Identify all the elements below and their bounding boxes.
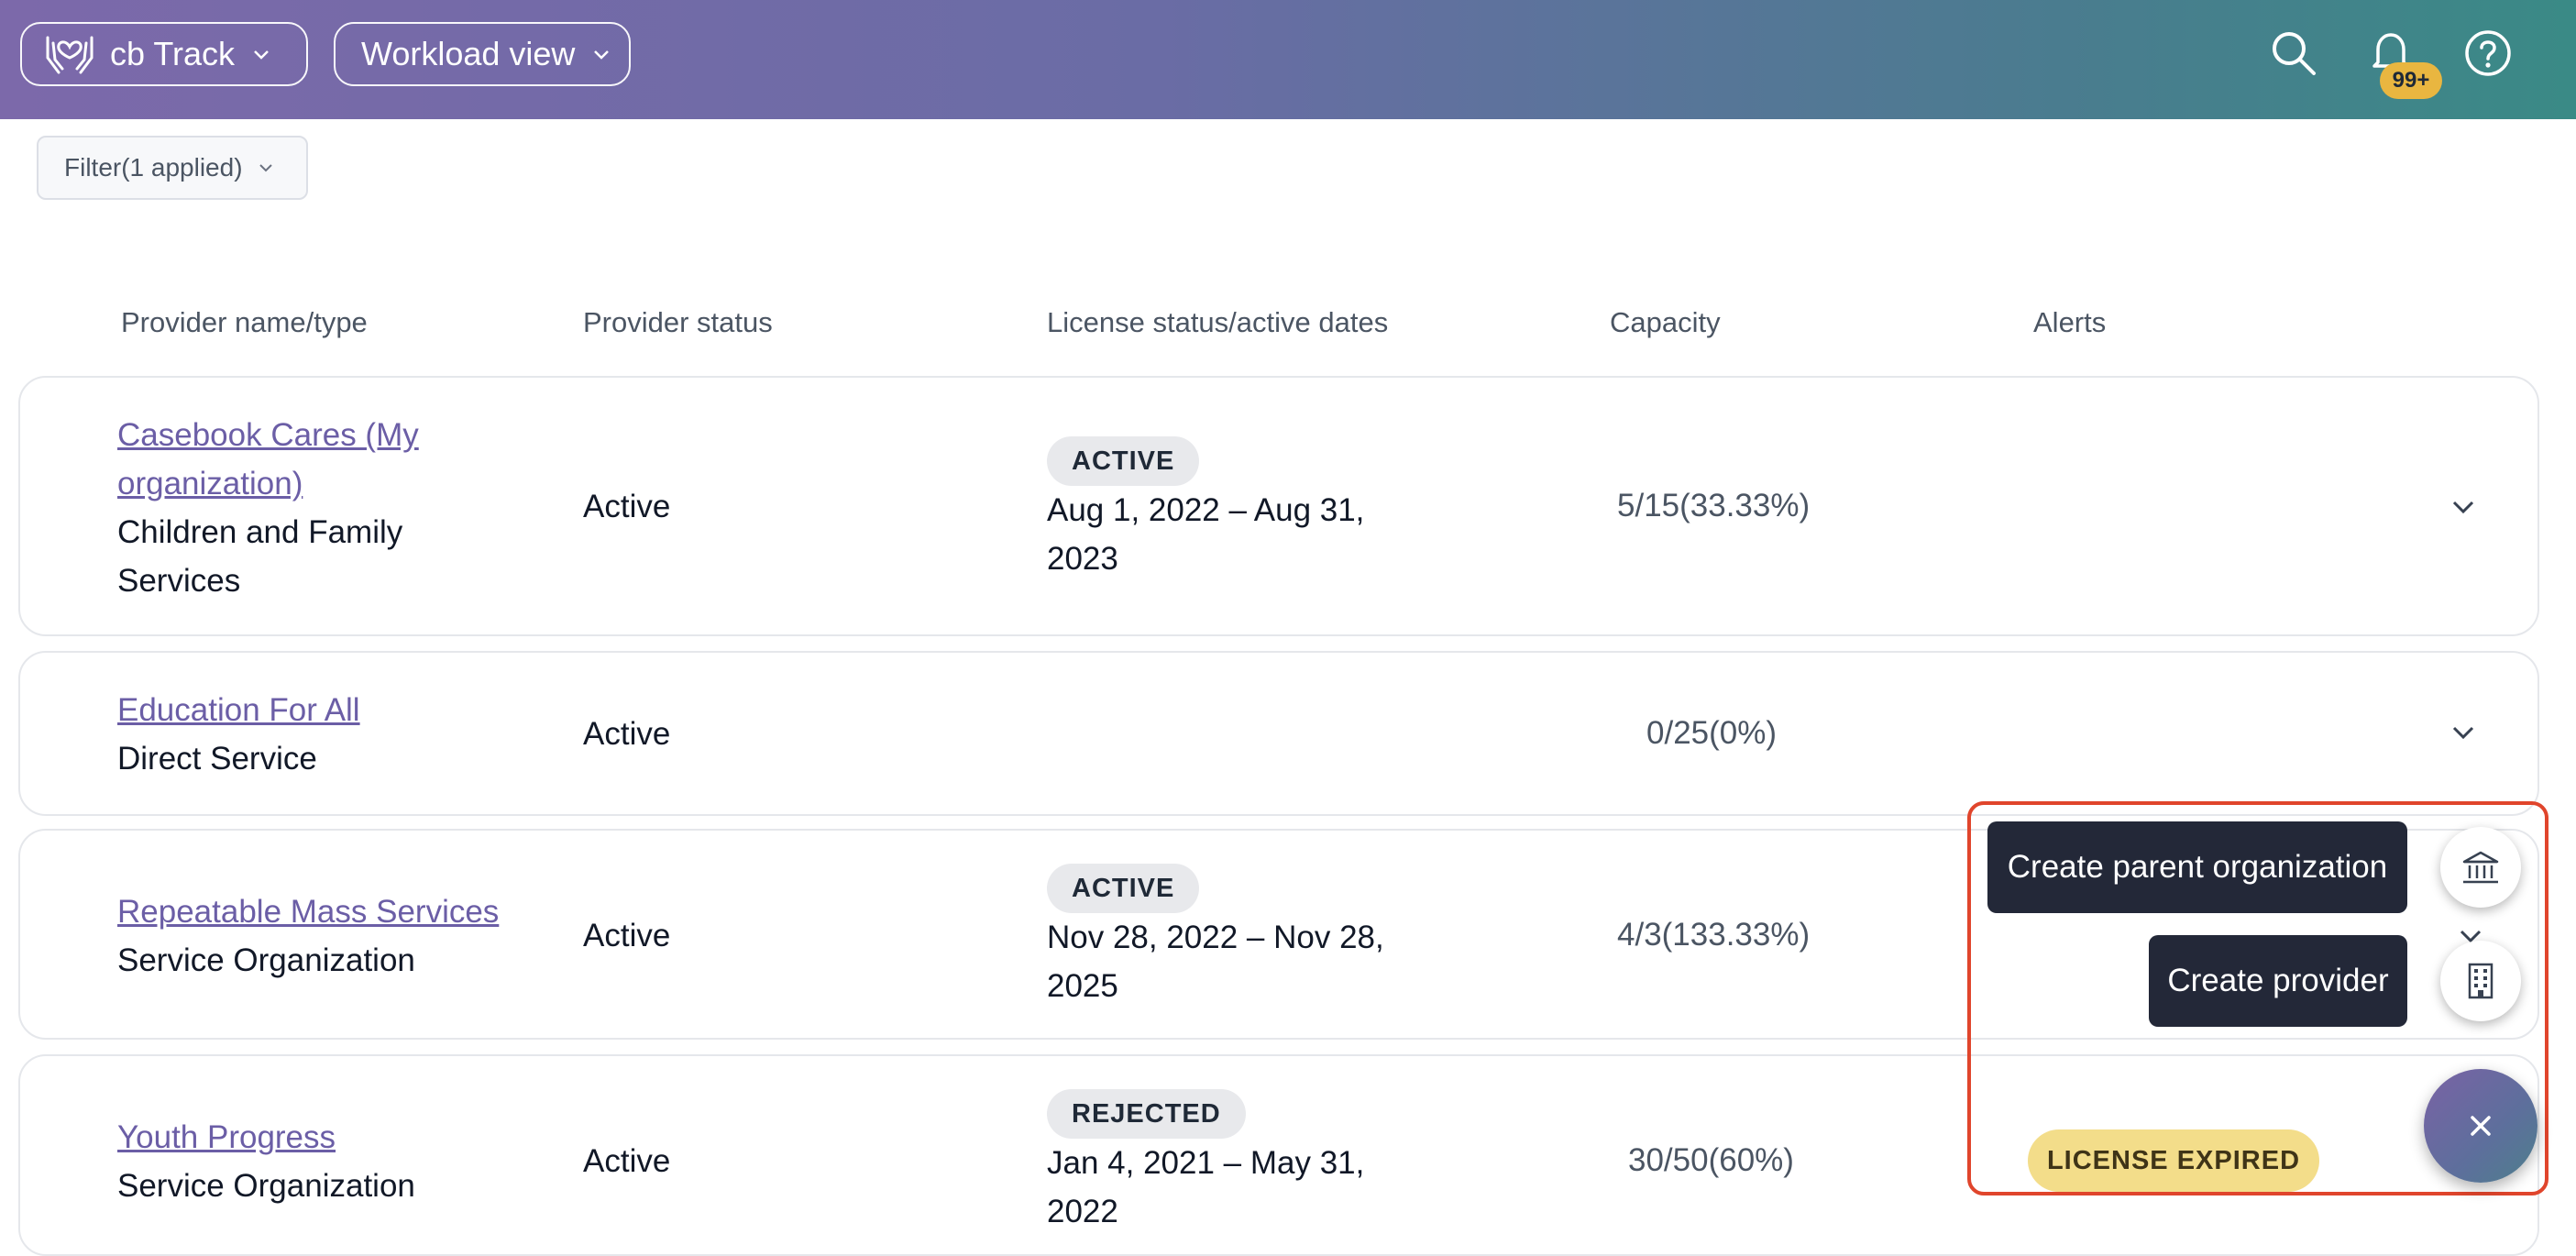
app-label: cb Track: [110, 35, 236, 72]
chevron-down-icon[interactable]: [2449, 493, 2477, 521]
provider-type: Service Organization: [117, 942, 415, 978]
provider-cell: Youth Progress Service Organization: [117, 1113, 521, 1210]
provider-name-link[interactable]: Youth Progress: [117, 1113, 521, 1162]
chevron-down-icon: [594, 50, 610, 60]
app-switcher[interactable]: cb Track: [20, 22, 308, 86]
provider-cell: Education For All Direct Service: [117, 686, 466, 783]
license-cell: ACTIVE Nov 28, 2022 – Nov 28, 2025: [1047, 862, 1432, 1010]
chevron-down-icon[interactable]: [2449, 719, 2477, 746]
column-header-provider-name: Provider name/type: [121, 306, 368, 338]
search-icon[interactable]: [2268, 28, 2319, 79]
column-header-capacity: Capacity: [1610, 306, 1721, 338]
license-cell: REJECTED Jan 4, 2021 – May 31, 2022: [1047, 1087, 1432, 1236]
provider-type: Service Organization: [117, 1168, 415, 1204]
close-icon: [2471, 1116, 2491, 1136]
capacity-value: 5/15(33.33%): [1617, 488, 1811, 523]
license-dates: Jan 4, 2021 – May 31, 2022: [1047, 1145, 1365, 1229]
column-header-alerts: Alerts: [2033, 306, 2107, 338]
provider-cell: Repeatable Mass Services Service Organiz…: [117, 887, 521, 985]
provider-name-link[interactable]: Repeatable Mass Services: [117, 887, 521, 936]
chevron-down-icon: [254, 50, 269, 60]
provider-type: Direct Service: [117, 741, 317, 777]
create-provider-button[interactable]: Create provider: [2149, 935, 2407, 1027]
provider-status: Active: [583, 1143, 671, 1179]
provider-type: Children and Family Services: [117, 514, 403, 599]
create-provider-icon-button[interactable]: [2440, 941, 2521, 1021]
license-status-tag: REJECTED: [1047, 1089, 1246, 1139]
provider-status: Active: [583, 918, 671, 953]
license-dates: Aug 1, 2022 – Aug 31, 2023: [1047, 492, 1365, 577]
help-icon[interactable]: [2462, 28, 2514, 79]
provider-name-link[interactable]: Education For All: [117, 686, 466, 734]
provider-cell: Casebook Cares (My organization) Childre…: [117, 411, 466, 605]
license-status-tag: ACTIVE: [1047, 864, 1200, 913]
column-header-license: License status/active dates: [1047, 306, 1389, 338]
license-cell: ACTIVE Aug 1, 2022 – Aug 31, 2023: [1047, 435, 1432, 583]
notification-badge: 99+: [2380, 62, 2442, 99]
top-bar: cb Track Workload view 99+: [0, 0, 2576, 119]
provider-status: Active: [583, 489, 671, 524]
provider-status: Active: [583, 716, 671, 752]
capacity-value: 4/3(133.33%): [1617, 917, 1811, 953]
column-header-provider-status: Provider status: [583, 306, 773, 338]
license-dates: Nov 28, 2022 – Nov 28, 2025: [1047, 920, 1384, 1004]
filter-button[interactable]: Filter(1 applied): [37, 136, 308, 200]
filter-label: Filter(1 applied): [64, 153, 243, 182]
building-icon: [2468, 963, 2493, 999]
institution-icon: [2462, 851, 2499, 884]
capacity-value: 0/25(0%): [1646, 715, 1778, 751]
fab-close-button[interactable]: [2424, 1069, 2537, 1183]
create-parent-organization-icon-button[interactable]: [2440, 827, 2521, 908]
license-status-tag: ACTIVE: [1047, 436, 1200, 486]
chevron-down-icon: [259, 164, 272, 172]
view-switcher[interactable]: Workload view: [334, 22, 631, 86]
hands-heart-icon: [46, 36, 94, 74]
view-label: Workload view: [361, 35, 576, 72]
create-parent-organization-button[interactable]: Create parent organization: [1987, 821, 2407, 913]
provider-name-link[interactable]: Casebook Cares (My organization): [117, 411, 466, 508]
capacity-value: 30/50(60%): [1628, 1142, 1794, 1178]
